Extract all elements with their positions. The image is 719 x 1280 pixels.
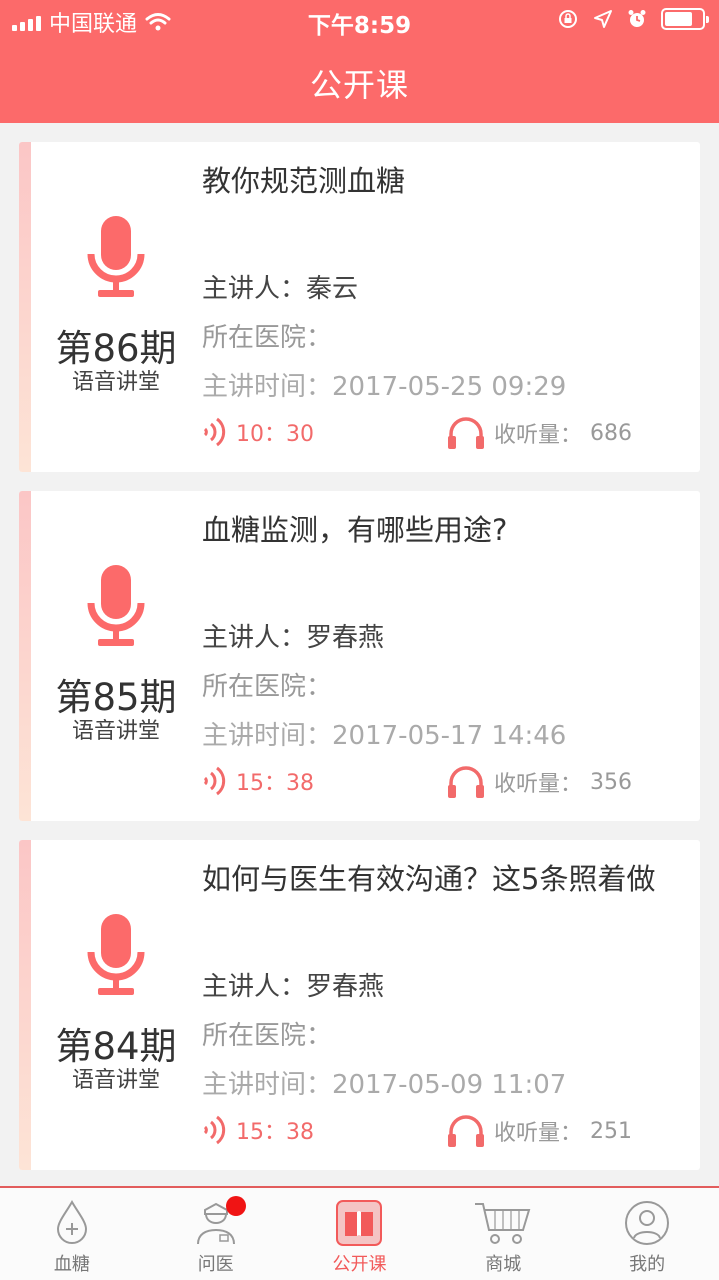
battery-icon <box>661 8 709 30</box>
speaker-label: 主讲人： <box>202 623 307 653</box>
hospital-row: 所在医院： <box>202 666 332 703</box>
lecture-type: 语音讲堂 <box>71 719 160 744</box>
listens-label: 收听量： <box>494 772 583 797</box>
card-stripe <box>19 142 31 472</box>
tab-profile[interactable]: 我的 <box>575 1188 719 1280</box>
card-cover: 第86期 语音讲堂 <box>31 142 201 472</box>
duration-value: 15：38 <box>236 771 314 796</box>
duration[interactable]: 15：38 <box>202 1114 314 1146</box>
hospital-label: 所在医院： <box>202 1021 333 1051</box>
hospital-row: 所在医院： <box>202 1015 332 1052</box>
speaker-row: 主讲人：罗春燕 <box>202 966 384 1003</box>
duration-value: 15：38 <box>236 1120 314 1145</box>
listen-count: 收听量： 356 <box>446 765 632 799</box>
tab-open-class[interactable]: 公开课 <box>288 1188 432 1280</box>
duration[interactable]: 10：30 <box>202 416 314 448</box>
time-row: 主讲时间：2017-05-25 09:29 <box>202 366 566 403</box>
speaker-name: 罗春燕 <box>306 972 385 1002</box>
hospital-row: 所在医院： <box>202 317 332 354</box>
listens-value: 251 <box>590 1118 633 1144</box>
notification-badge <box>225 1196 246 1216</box>
lecture-card[interactable]: 第85期 语音讲堂 血糖监测，有哪些用途? 主讲人：罗春燕 所在医院： 主讲时间… <box>19 491 700 821</box>
speaker-name: 秦云 <box>306 274 359 304</box>
time-label: 主讲时间： <box>202 372 333 402</box>
card-stripe <box>19 840 31 1170</box>
profile-icon <box>625 1201 670 1245</box>
header-bar: 中国联通 下午8:59 公开课 <box>0 0 719 123</box>
microphone-icon <box>87 914 145 995</box>
lecture-type: 语音讲堂 <box>71 1068 160 1093</box>
tab-blood-sugar[interactable]: 血糖 <box>0 1188 144 1280</box>
headphones-icon <box>448 766 484 798</box>
listens-value: 686 <box>590 420 633 446</box>
location-icon <box>594 10 612 28</box>
lecture-list: 第86期 语音讲堂 教你规范测血糖 主讲人：秦云 所在医院： 主讲时间：2017… <box>19 142 700 1189</box>
lecture-type: 语音讲堂 <box>71 370 160 395</box>
card-cover: 第85期 语音讲堂 <box>31 491 201 821</box>
lecture-title[interactable]: 如何与医生有效沟通？这5条照着做 <box>202 860 680 898</box>
book-icon <box>336 1200 383 1246</box>
lecture-time: 2017-05-25 09:29 <box>332 372 567 402</box>
lecture-time: 2017-05-09 11:07 <box>332 1070 567 1100</box>
lecture-time: 2017-05-17 14:46 <box>332 721 567 751</box>
tab-label: 问医 <box>197 1254 234 1275</box>
speaker-row: 主讲人：罗春燕 <box>202 617 384 654</box>
tab-shop[interactable]: 商城 <box>431 1188 575 1280</box>
tab-bar: 血糖 问医 公开课 商城 我的 <box>0 1186 719 1280</box>
lecture-title[interactable]: 教你规范测血糖 <box>202 162 680 200</box>
audio-wave-icon <box>203 417 226 447</box>
time-row: 主讲时间：2017-05-17 14:46 <box>202 715 566 752</box>
blood-drop-icon <box>56 1200 87 1244</box>
listens-value: 356 <box>590 769 633 795</box>
tab-label: 公开课 <box>332 1254 387 1275</box>
lecture-card[interactable]: 第84期 语音讲堂 如何与医生有效沟通？这5条照着做 主讲人：罗春燕 所在医院：… <box>19 840 700 1170</box>
audio-wave-icon <box>203 1115 226 1145</box>
alarm-icon <box>628 10 646 27</box>
tab-label: 血糖 <box>53 1254 90 1275</box>
time-row: 主讲时间：2017-05-09 11:07 <box>202 1064 566 1101</box>
hospital-label: 所在医院： <box>202 672 333 702</box>
audio-wave-icon <box>203 766 226 796</box>
speaker-label: 主讲人： <box>202 972 307 1002</box>
listens-label: 收听量： <box>494 423 583 448</box>
microphone-icon <box>87 565 145 646</box>
listen-count: 收听量： 686 <box>446 416 632 450</box>
duration-value: 10：30 <box>236 422 314 447</box>
microphone-icon <box>87 216 145 297</box>
speaker-row: 主讲人：秦云 <box>202 268 358 305</box>
duration[interactable]: 15：38 <box>202 765 314 797</box>
time-label: 主讲时间： <box>202 1070 333 1100</box>
hospital-label: 所在医院： <box>202 323 333 353</box>
listens-label: 收听量： <box>494 1121 583 1146</box>
headphones-icon <box>448 1115 484 1147</box>
time-label: 主讲时间： <box>202 721 333 751</box>
tab-label: 我的 <box>629 1254 666 1275</box>
listen-count: 收听量： 251 <box>446 1114 632 1148</box>
card-stripe <box>19 491 31 821</box>
status-bar: 中国联通 下午8:59 <box>0 0 719 40</box>
card-cover: 第84期 语音讲堂 <box>31 840 201 1170</box>
speaker-label: 主讲人： <box>202 274 307 304</box>
tab-label: 商城 <box>485 1254 522 1275</box>
lecture-card[interactable]: 第86期 语音讲堂 教你规范测血糖 主讲人：秦云 所在医院： 主讲时间：2017… <box>19 142 700 472</box>
page-title: 公开课 <box>309 66 409 104</box>
cart-icon <box>475 1203 531 1244</box>
speaker-name: 罗春燕 <box>306 623 385 653</box>
tab-ask-doctor[interactable]: 问医 <box>144 1188 288 1280</box>
lecture-title[interactable]: 血糖监测，有哪些用途? <box>202 511 680 549</box>
rotation-lock-icon <box>559 10 577 28</box>
headphones-icon <box>448 417 484 449</box>
